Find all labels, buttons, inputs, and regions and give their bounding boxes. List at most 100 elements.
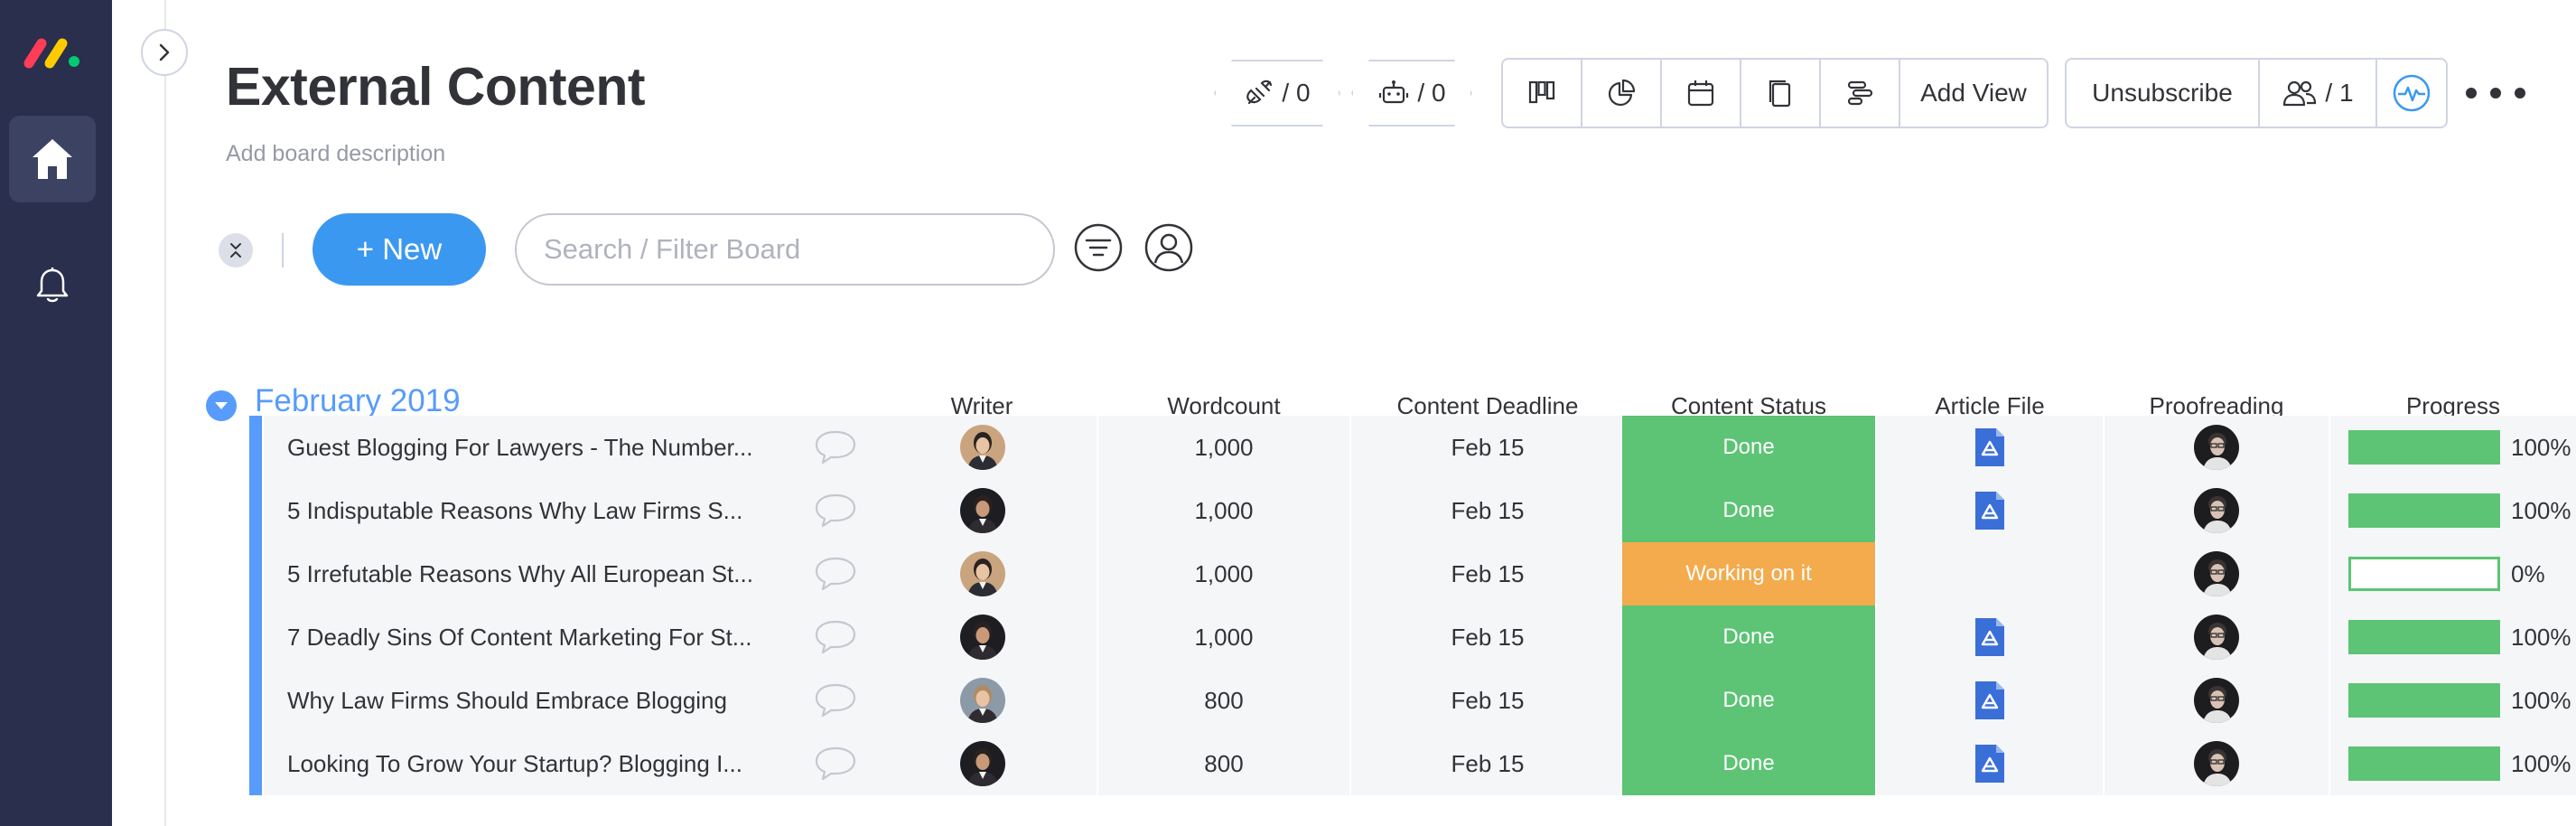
progress-cell[interactable]: 100% [2330, 416, 2576, 479]
updates-bubble-icon[interactable] [813, 492, 858, 530]
table-row[interactable]: 7 Deadly Sins Of Content Marketing For S… [249, 605, 2576, 669]
wordcount-cell[interactable]: 1,000 [1098, 542, 1349, 605]
updates-bubble-icon[interactable] [813, 681, 858, 719]
form-view-button[interactable] [1741, 60, 1821, 127]
board-description[interactable]: Add board description [226, 141, 445, 167]
automations-button[interactable]: / 0 [1351, 60, 1472, 127]
file-cell[interactable] [1877, 479, 2103, 542]
file-cell[interactable] [1877, 542, 2103, 605]
writer-cell[interactable] [869, 732, 1097, 795]
table-row[interactable]: 5 Indisputable Reasons Why Law Firms S..… [249, 479, 2576, 542]
more-options-button[interactable] [2466, 78, 2525, 108]
progress-cell[interactable]: 100% [2330, 479, 2576, 542]
unsubscribe-button[interactable]: Unsubscribe [2067, 60, 2260, 127]
deadline-cell[interactable]: Feb 15 [1351, 416, 1624, 479]
progress-cell[interactable]: 100% [2330, 605, 2576, 669]
writer-avatar [960, 425, 1005, 470]
person-filter-icon[interactable] [1143, 222, 1194, 273]
updates-bubble-icon[interactable] [813, 745, 858, 783]
status-cell[interactable]: Done [1622, 669, 1875, 732]
writer-cell[interactable] [869, 542, 1097, 605]
proofreading-cell[interactable] [2105, 542, 2329, 605]
item-name: 7 Deadly Sins Of Content Marketing For S… [287, 623, 752, 651]
add-view-button[interactable]: Add View [1900, 60, 2047, 127]
table-row[interactable]: Looking To Grow Your Startup? Blogging I… [249, 732, 2576, 795]
file-cell[interactable] [1877, 605, 2103, 669]
wordcount-cell[interactable]: 800 [1098, 669, 1349, 732]
integrations-button[interactable]: / 0 [1214, 60, 1340, 127]
status-cell[interactable]: Done [1622, 732, 1875, 795]
home-button[interactable] [9, 116, 96, 202]
wordcount-cell[interactable]: 1,000 [1098, 605, 1349, 669]
status-cell[interactable]: Done [1622, 479, 1875, 542]
wordcount-cell[interactable]: 1,000 [1098, 479, 1349, 542]
writer-cell[interactable] [869, 605, 1097, 669]
writer-cell[interactable] [869, 416, 1097, 479]
updates-bubble-icon[interactable] [813, 618, 858, 656]
deadline-cell[interactable]: Feb 15 [1351, 479, 1624, 542]
item-name-cell[interactable]: Why Law Firms Should Embrace Blogging [264, 669, 883, 732]
progress-cell[interactable]: 0% [2330, 542, 2576, 605]
calendar-view-button[interactable] [1662, 60, 1741, 127]
search-input[interactable] [515, 213, 1055, 286]
writer-cell[interactable] [869, 669, 1097, 732]
google-drive-file-icon[interactable] [1973, 615, 2007, 659]
group-color-marker [249, 542, 262, 605]
progress-cell[interactable]: 100% [2330, 732, 2576, 795]
proofreading-cell[interactable] [2105, 732, 2329, 795]
table-row[interactable]: Why Law Firms Should Embrace Blogging 80… [249, 669, 2576, 732]
wordcount-cell[interactable]: 800 [1098, 732, 1349, 795]
google-drive-file-icon[interactable] [1973, 679, 2007, 722]
new-item-button[interactable]: + New [313, 213, 486, 286]
file-cell[interactable] [1877, 732, 2103, 795]
item-name-cell[interactable]: 5 Irrefutable Reasons Why All European S… [264, 542, 883, 605]
expand-panel-button[interactable] [141, 29, 188, 76]
file-cell[interactable] [1877, 669, 2103, 732]
item-name-cell[interactable]: 5 Indisputable Reasons Why Law Firms S..… [264, 479, 883, 542]
deadline-cell[interactable]: Feb 15 [1351, 669, 1624, 732]
table-row[interactable]: Guest Blogging For Lawyers - The Number.… [249, 416, 2576, 479]
status-cell[interactable]: Done [1622, 416, 1875, 479]
updates-bubble-icon[interactable] [813, 428, 858, 466]
filter-icon[interactable] [1073, 222, 1124, 273]
progress-bar [2348, 557, 2500, 591]
proofreading-cell[interactable] [2105, 669, 2329, 732]
proofreader-photo-icon [2194, 488, 2239, 533]
kanban-view-button[interactable] [1503, 60, 1582, 127]
deadline-cell[interactable]: Feb 15 [1351, 605, 1624, 669]
wordcount-cell[interactable]: 1,000 [1098, 416, 1349, 479]
item-name-cell[interactable]: 7 Deadly Sins Of Content Marketing For S… [264, 605, 883, 669]
file-cell[interactable] [1877, 416, 2103, 479]
deadline-cell[interactable]: Feb 15 [1351, 542, 1624, 605]
updates-bubble-icon[interactable] [813, 555, 858, 593]
integrations-count: / 0 [1282, 79, 1311, 107]
status-cell[interactable]: Done [1622, 605, 1875, 669]
proofreading-cell[interactable] [2105, 605, 2329, 669]
board-title[interactable]: External Content [226, 56, 646, 117]
item-name: Why Law Firms Should Embrace Blogging [287, 686, 727, 714]
monday-logo-icon[interactable] [22, 33, 85, 72]
table-row[interactable]: 5 Irrefutable Reasons Why All European S… [249, 542, 2576, 605]
item-name-cell[interactable]: Looking To Grow Your Startup? Blogging I… [264, 732, 883, 795]
activity-log-button[interactable] [2377, 60, 2446, 127]
writer-cell[interactable] [869, 479, 1097, 542]
notifications-button[interactable] [31, 264, 74, 307]
chart-view-button[interactable] [1582, 60, 1662, 127]
collapse-all-button[interactable] [219, 233, 253, 268]
progress-cell[interactable]: 100% [2330, 669, 2576, 732]
group-collapse-button[interactable] [206, 390, 237, 421]
proofreading-cell[interactable] [2105, 479, 2329, 542]
caret-down-icon [215, 402, 228, 409]
timeline-view-button[interactable] [1821, 60, 1900, 127]
status-cell[interactable]: Working on it [1622, 542, 1875, 605]
google-drive-file-icon[interactable] [1973, 489, 2007, 532]
group-title[interactable]: February 2019 [255, 383, 461, 419]
progress-fill [2351, 749, 2497, 778]
pie-chart-icon [1608, 79, 1636, 107]
google-drive-file-icon[interactable] [1973, 742, 2007, 785]
deadline-cell[interactable]: Feb 15 [1351, 732, 1624, 795]
members-button[interactable]: / 1 [2260, 60, 2377, 127]
proofreading-cell[interactable] [2105, 416, 2329, 479]
google-drive-file-icon[interactable] [1973, 426, 2007, 469]
item-name-cell[interactable]: Guest Blogging For Lawyers - The Number.… [264, 416, 883, 479]
